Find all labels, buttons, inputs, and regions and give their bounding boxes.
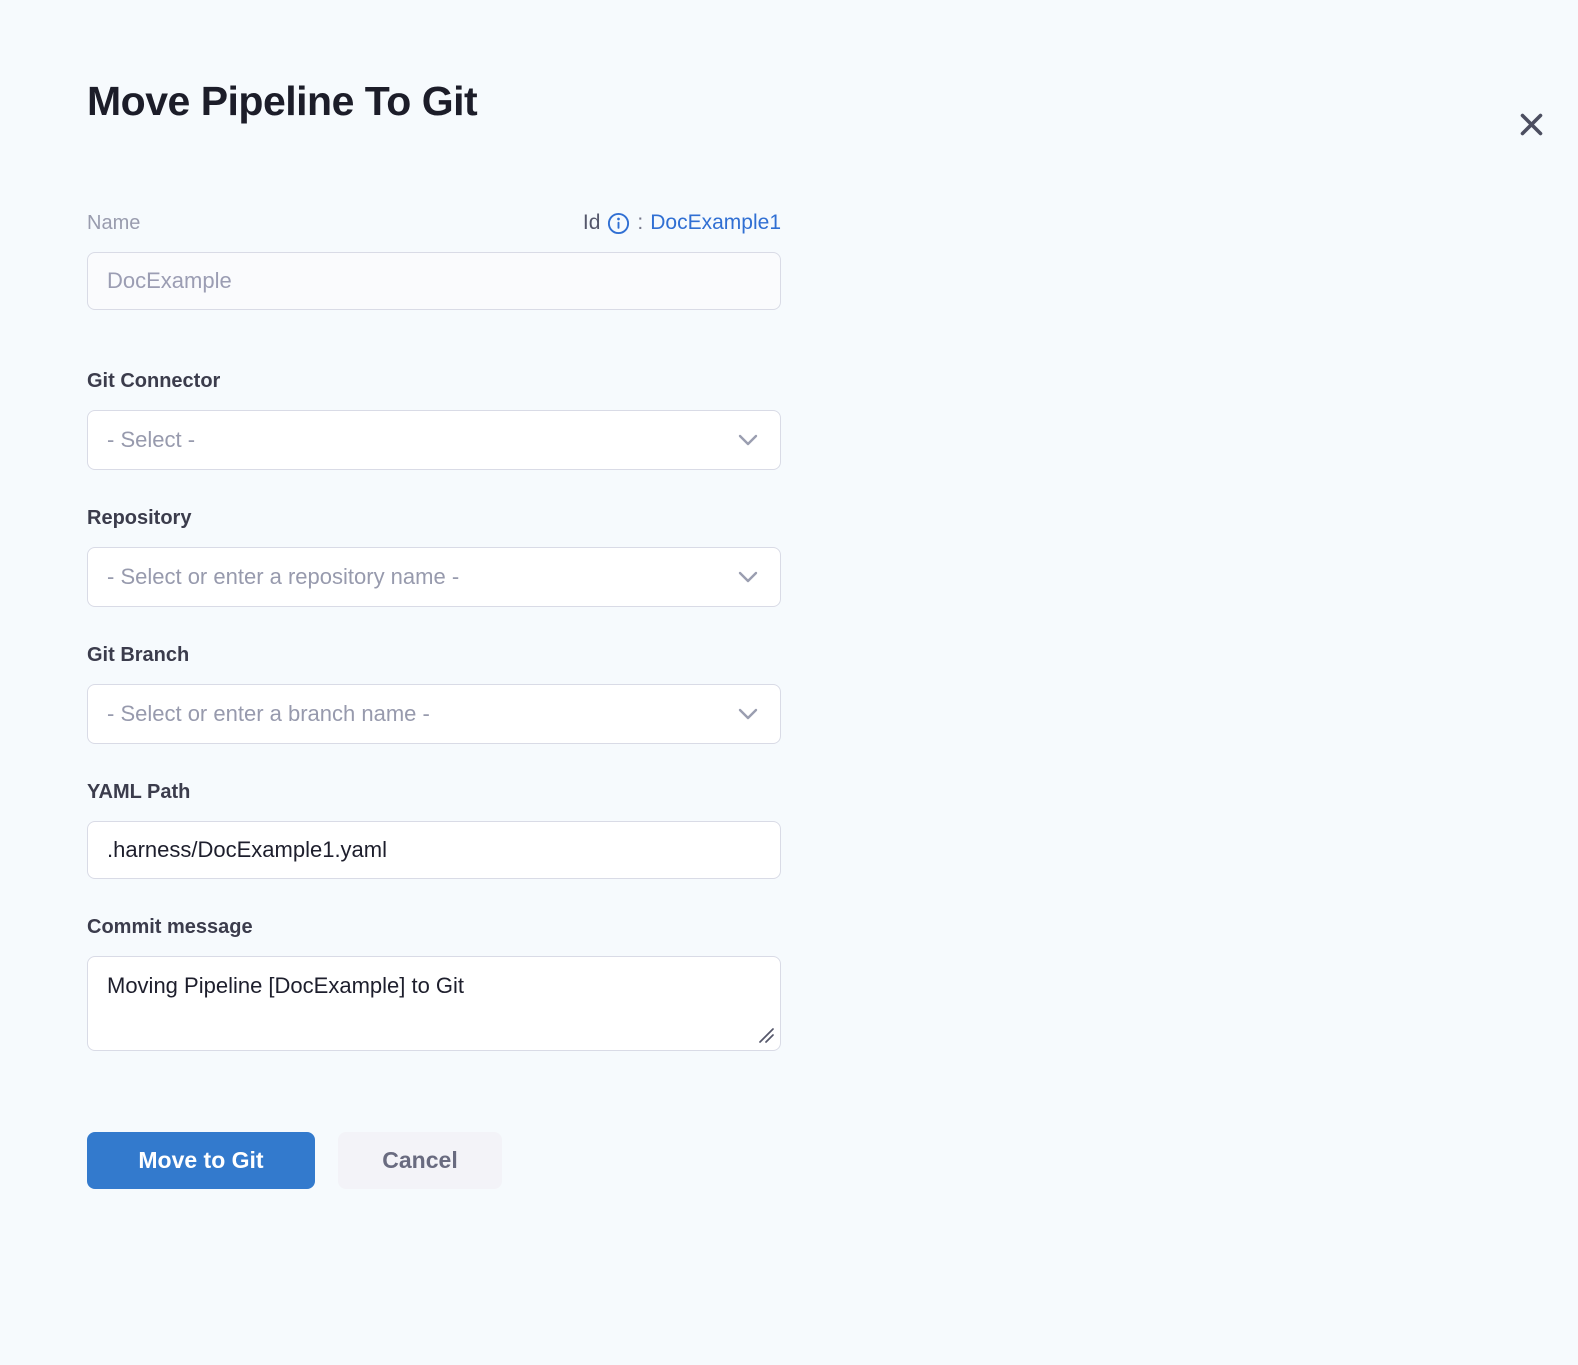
repository-select[interactable]: - Select or enter a repository name -	[87, 547, 781, 607]
yaml-path-label: YAML Path	[87, 781, 190, 804]
info-circle-icon[interactable]	[607, 212, 630, 235]
git-connector-field-group: Git Connector - Select -	[87, 370, 781, 470]
pipeline-id-link[interactable]: DocExample1	[650, 211, 781, 235]
git-connector-select[interactable]: - Select -	[87, 410, 781, 470]
name-input[interactable]	[87, 252, 781, 310]
page-title: Move Pipeline To Git	[87, 76, 1578, 126]
id-label: Id	[583, 211, 601, 235]
cancel-button[interactable]: Cancel	[338, 1132, 502, 1189]
chevron-down-icon	[738, 571, 758, 583]
repository-placeholder: - Select or enter a repository name -	[107, 564, 459, 590]
git-connector-placeholder: - Select -	[107, 427, 195, 453]
git-branch-select[interactable]: - Select or enter a branch name -	[87, 684, 781, 744]
close-button[interactable]	[1513, 106, 1549, 142]
repository-field-group: Repository - Select or enter a repositor…	[87, 507, 781, 607]
chevron-down-icon	[738, 708, 758, 720]
chevron-down-icon	[738, 434, 758, 446]
close-icon	[1516, 109, 1547, 140]
yaml-path-input[interactable]	[87, 821, 781, 879]
id-separator: :	[637, 211, 643, 235]
git-branch-field-group: Git Branch - Select or enter a branch na…	[87, 644, 781, 744]
dialog-actions: Move to Git Cancel	[87, 1132, 1578, 1189]
name-field-group: Name Id : DocExample1	[87, 211, 781, 310]
commit-message-label: Commit message	[87, 916, 253, 939]
git-branch-label: Git Branch	[87, 644, 189, 667]
move-pipeline-form: Name Id : DocExample1 Git Connector	[87, 211, 781, 1051]
yaml-path-field-group: YAML Path	[87, 781, 781, 879]
pipeline-id-row: Id : DocExample1	[583, 211, 781, 235]
git-connector-label: Git Connector	[87, 370, 220, 393]
git-branch-placeholder: - Select or enter a branch name -	[107, 701, 430, 727]
move-to-git-button[interactable]: Move to Git	[87, 1132, 315, 1189]
name-label: Name	[87, 212, 140, 235]
repository-label: Repository	[87, 507, 191, 530]
commit-message-textarea[interactable]: Moving Pipeline [DocExample] to Git	[87, 956, 781, 1051]
commit-message-field-group: Commit message Moving Pipeline [DocExamp…	[87, 916, 781, 1051]
move-pipeline-to-git-dialog: Move Pipeline To Git Name Id : DocExampl…	[0, 76, 1578, 1365]
